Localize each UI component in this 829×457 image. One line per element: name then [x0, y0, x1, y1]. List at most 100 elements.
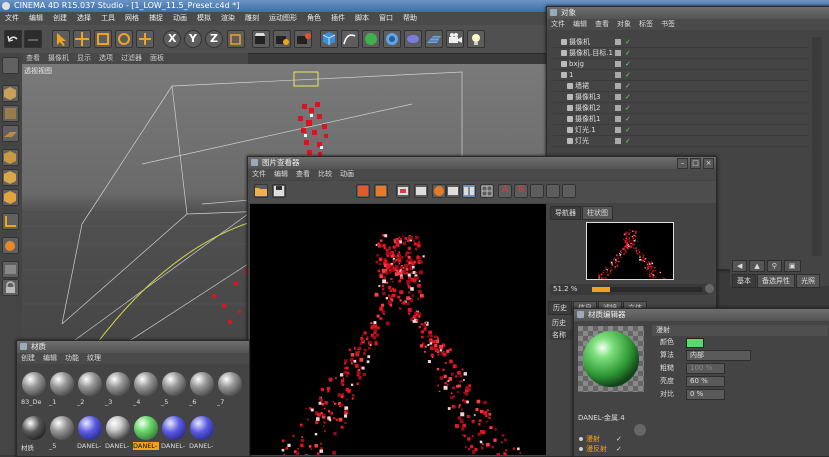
- color-swatch[interactable]: [686, 338, 704, 348]
- navigator-tab-0[interactable]: 导航器: [550, 206, 581, 220]
- menu-item-9[interactable]: 渲染: [216, 12, 240, 25]
- material-swatch[interactable]: [190, 416, 214, 440]
- menu-item-14[interactable]: 脚本: [350, 12, 374, 25]
- visibility-dot-icon[interactable]: [615, 83, 621, 89]
- nav-back-icon[interactable]: ◀: [732, 260, 747, 272]
- material-menu-item-0[interactable]: 创建: [17, 353, 39, 364]
- nav-new-icon[interactable]: ▣: [784, 260, 801, 272]
- move-icon[interactable]: [73, 30, 91, 48]
- material-prop-value[interactable]: 0 %: [686, 389, 725, 400]
- visibility-dot-icon[interactable]: [615, 138, 621, 144]
- stop-render-icon[interactable]: [356, 184, 370, 198]
- menu-item-1[interactable]: 编辑: [24, 12, 48, 25]
- object-row[interactable]: 摄像机1✓: [553, 114, 809, 125]
- undo-icon[interactable]: [4, 30, 22, 48]
- object-menu-item-0[interactable]: 文件: [547, 19, 569, 30]
- object-row[interactable]: bxjg✓: [553, 59, 809, 70]
- enable-check-icon[interactable]: ✓: [625, 125, 631, 135]
- edges-mode-icon[interactable]: [2, 169, 19, 186]
- difference-icon[interactable]: [546, 184, 560, 198]
- material-swatch[interactable]: [190, 372, 214, 396]
- zoom-reset-button[interactable]: [705, 284, 714, 293]
- texture-mode-icon[interactable]: [2, 105, 19, 122]
- render-canvas[interactable]: [250, 204, 546, 455]
- material-menu-item-1[interactable]: 编辑: [39, 353, 61, 364]
- nav-up-icon[interactable]: ▲: [749, 260, 764, 272]
- array-icon[interactable]: [383, 30, 401, 48]
- grid-view-icon[interactable]: [480, 184, 494, 198]
- enable-check-icon[interactable]: ✓: [625, 37, 631, 47]
- render-picture-viewer-icon[interactable]: [273, 30, 291, 48]
- navigator-thumbnail[interactable]: [586, 222, 674, 280]
- viewport-menu-item-1[interactable]: 摄像机: [44, 53, 73, 64]
- material-swatch[interactable]: [50, 372, 74, 396]
- picture-viewer-menu-item-1[interactable]: 编辑: [270, 169, 292, 180]
- menu-item-6[interactable]: 捕捉: [144, 12, 168, 25]
- object-menu-item-4[interactable]: 标签: [635, 19, 657, 30]
- menu-item-2[interactable]: 创建: [48, 12, 72, 25]
- render-view-icon[interactable]: [252, 30, 270, 48]
- select-arrow-icon[interactable]: [52, 30, 70, 48]
- enable-check-icon[interactable]: ✓: [625, 70, 631, 80]
- object-row[interactable]: 摄像机✓: [553, 37, 809, 48]
- visibility-dot-icon[interactable]: [615, 105, 621, 111]
- material-menu-item-2[interactable]: 功能: [61, 353, 83, 364]
- nav-lock-icon[interactable]: ⚲: [767, 260, 782, 272]
- minimize-button[interactable]: –: [677, 158, 688, 169]
- ab-compare-b-icon[interactable]: B: [514, 184, 528, 198]
- polygons-mode-icon[interactable]: [2, 189, 19, 206]
- deformer-icon[interactable]: [404, 30, 422, 48]
- visibility-dot-icon[interactable]: [615, 50, 621, 56]
- material-swatch[interactable]: [50, 416, 74, 440]
- material-swatch[interactable]: [134, 372, 158, 396]
- close-button[interactable]: ×: [703, 158, 714, 169]
- snap-icon[interactable]: [2, 261, 19, 278]
- tweak-mode-icon[interactable]: [2, 237, 19, 254]
- menu-item-15[interactable]: 窗口: [374, 12, 398, 25]
- menu-item-16[interactable]: 帮助: [398, 12, 422, 25]
- enable-check-icon[interactable]: ✓: [625, 136, 631, 146]
- scale-icon[interactable]: [94, 30, 112, 48]
- attr-tab-0[interactable]: 基本: [732, 274, 756, 288]
- swap-ab-icon[interactable]: [530, 184, 544, 198]
- render-settings-icon[interactable]: [294, 30, 312, 48]
- zoom-slider[interactable]: [592, 287, 702, 292]
- picture-viewer-menu-item-3[interactable]: 比较: [314, 169, 336, 180]
- menu-item-13[interactable]: 插件: [326, 12, 350, 25]
- menu-item-3[interactable]: 选择: [72, 12, 96, 25]
- maximize-button[interactable]: □: [690, 158, 701, 169]
- nurbs-icon[interactable]: [362, 30, 380, 48]
- viewport-menu-item-3[interactable]: 选项: [95, 53, 117, 64]
- lock-icon[interactable]: [2, 279, 19, 296]
- viewport-menu-item-5[interactable]: 面板: [146, 53, 168, 64]
- viewport-menu-item-0[interactable]: 查看: [22, 53, 44, 64]
- make-editable-icon[interactable]: [2, 57, 19, 74]
- material-prop-value[interactable]: 60 %: [686, 376, 725, 387]
- menu-item-7[interactable]: 动画: [168, 12, 192, 25]
- ab-compare-a-icon[interactable]: A: [498, 184, 512, 198]
- material-options-icon[interactable]: [634, 424, 646, 436]
- picture-viewer-menu-item-4[interactable]: 动画: [336, 169, 358, 180]
- visibility-dot-icon[interactable]: [615, 72, 621, 78]
- menu-item-10[interactable]: 雕刻: [240, 12, 264, 25]
- split-view-icon[interactable]: [462, 184, 476, 198]
- object-row[interactable]: 墙裙✓: [553, 81, 809, 92]
- single-view-icon[interactable]: [446, 184, 460, 198]
- channel-check-icon[interactable]: ✓: [616, 434, 622, 444]
- spline-pen-icon[interactable]: [341, 30, 359, 48]
- recent-tool-icon[interactable]: [136, 30, 154, 48]
- open-folder-icon[interactable]: [254, 184, 268, 198]
- compare-icon[interactable]: [414, 184, 428, 198]
- material-swatch[interactable]: [106, 372, 130, 396]
- enable-check-icon[interactable]: ✓: [625, 103, 631, 113]
- z-axis-button[interactable]: Z: [205, 30, 223, 48]
- render-region-icon[interactable]: [374, 184, 388, 198]
- text-overlay-icon[interactable]: [562, 184, 576, 198]
- viewport-menu-item-4[interactable]: 过滤器: [117, 53, 146, 64]
- channel-row[interactable]: 漫射✓: [578, 434, 626, 444]
- coordinate-system-icon[interactable]: [227, 30, 245, 48]
- object-menu-item-2[interactable]: 查看: [591, 19, 613, 30]
- object-row[interactable]: 摄像机.目标.1✓: [553, 48, 809, 59]
- model-mode-icon[interactable]: [2, 85, 19, 102]
- navigator-tab-1[interactable]: 柱状图: [582, 206, 613, 220]
